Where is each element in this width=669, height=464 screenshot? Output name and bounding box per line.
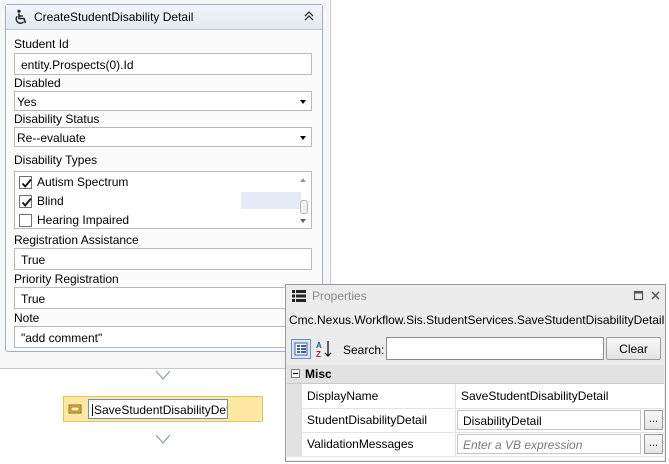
- flow-arrow-icon: [155, 434, 171, 444]
- priority-registration-field[interactable]: True: [14, 287, 312, 309]
- svg-text:Z: Z: [316, 350, 321, 359]
- properties-icon: [292, 290, 306, 302]
- activity-header[interactable]: CreateStudentDisability Detail: [6, 5, 322, 30]
- column-divider: [455, 408, 456, 432]
- workflow-designer-canvas: CreateStudentDisability Detail Student I…: [0, 0, 331, 369]
- property-name: DisplayName: [307, 389, 379, 403]
- search-input[interactable]: [386, 337, 604, 360]
- registration-assistance-label: Registration Assistance: [14, 233, 139, 247]
- chevron-down-icon: [300, 100, 306, 104]
- property-row[interactable]: ValidationMessages Enter a VB expression…: [287, 432, 664, 457]
- property-value[interactable]: SaveStudentDisabilityDetail: [461, 389, 608, 403]
- create-student-disability-activity[interactable]: CreateStudentDisability Detail Student I…: [5, 4, 323, 352]
- disability-status-select[interactable]: Re--evaluate: [14, 127, 312, 147]
- collapse-icon[interactable]: [302, 9, 316, 23]
- checkbox-checked-icon[interactable]: [19, 176, 32, 189]
- clear-button[interactable]: Clear: [606, 337, 661, 360]
- selected-object-type: Cmc.Nexus.Workflow.Sis.StudentServices.S…: [289, 313, 665, 327]
- ellipsis-button[interactable]: ...: [644, 434, 663, 454]
- student-id-field[interactable]: entity.Prospects(0).Id: [14, 53, 312, 75]
- row-gutter: [287, 408, 302, 432]
- activity-name-text: SaveStudentDisabilityDet: [94, 403, 228, 417]
- disabled-select[interactable]: Yes: [14, 91, 312, 111]
- note-label: Note: [14, 311, 40, 325]
- row-gutter: [287, 432, 302, 456]
- registration-assistance-field[interactable]: True: [14, 248, 312, 270]
- properties-title-bar[interactable]: Properties: [286, 285, 665, 307]
- note-field[interactable]: "add comment": [14, 326, 312, 348]
- column-divider: [455, 384, 456, 408]
- activity-icon: [68, 404, 82, 414]
- properties-title: Properties: [312, 289, 367, 303]
- property-row[interactable]: DisplayName SaveStudentDisabilityDetail: [287, 384, 664, 409]
- activity-name-input[interactable]: SaveStudentDisabilityDet: [88, 399, 228, 419]
- wheelchair-icon: [15, 9, 27, 24]
- chevron-down-icon: [300, 136, 306, 140]
- disabled-label: Disabled: [14, 76, 61, 90]
- disability-type-label: Blind: [37, 194, 64, 208]
- property-grid: Misc DisplayName SaveStudentDisabilityDe…: [287, 365, 664, 460]
- disabled-select-value: Yes: [17, 95, 37, 109]
- property-name: StudentDisabilityDetail: [307, 413, 428, 427]
- row-gutter: [287, 384, 302, 408]
- disability-types-list[interactable]: Autism Spectrum Blind Hearing Impaired: [14, 171, 312, 229]
- property-name: ValidationMessages: [307, 437, 414, 451]
- scroll-up-icon[interactable]: [300, 178, 306, 182]
- sort-alphabetical-icon[interactable]: A Z: [314, 339, 334, 359]
- text-caret: [92, 404, 93, 416]
- student-id-label: Student Id: [14, 37, 69, 51]
- categorized-icon: [294, 342, 308, 356]
- flow-arrow-icon: [155, 370, 171, 380]
- search-label: Search:: [343, 343, 385, 357]
- selection-highlight: [241, 192, 301, 209]
- save-student-disability-activity[interactable]: SaveStudentDisabilityDet: [63, 396, 263, 422]
- disability-status-select-value: Re--evaluate: [17, 131, 86, 145]
- column-divider: [455, 432, 456, 456]
- activity-title: CreateStudentDisability Detail: [34, 10, 194, 24]
- property-row[interactable]: StudentDisabilityDetail DisabilityDetail…: [287, 408, 664, 433]
- ellipsis-button[interactable]: ...: [644, 410, 663, 430]
- maximize-icon[interactable]: [633, 290, 644, 301]
- close-icon[interactable]: [650, 290, 661, 301]
- collapse-category-icon[interactable]: [291, 369, 300, 378]
- checkbox-checked-icon[interactable]: [19, 195, 32, 208]
- properties-window[interactable]: Properties Cmc.Nexus.Workflow.Sis.Studen…: [285, 284, 666, 462]
- expression-field[interactable]: Enter a VB expression: [457, 434, 641, 454]
- categorized-view-button[interactable]: [291, 339, 311, 359]
- priority-registration-label: Priority Registration: [14, 272, 119, 286]
- disability-type-label: Autism Spectrum: [37, 175, 129, 189]
- category-row[interactable]: Misc: [287, 365, 664, 384]
- svg-text:A: A: [316, 341, 322, 350]
- scroll-down-icon[interactable]: [300, 219, 306, 223]
- disability-status-label: Disability Status: [14, 112, 100, 126]
- checkbox-unchecked-icon[interactable]: [19, 214, 32, 227]
- category-label: Misc: [305, 367, 332, 381]
- scroll-thumb[interactable]: [300, 200, 308, 214]
- disability-types-label: Disability Types: [14, 153, 98, 167]
- property-value-field[interactable]: DisabilityDetail: [457, 410, 641, 430]
- vertical-scrollbar[interactable]: [296, 173, 310, 227]
- disability-type-label: Hearing Impaired: [37, 213, 130, 227]
